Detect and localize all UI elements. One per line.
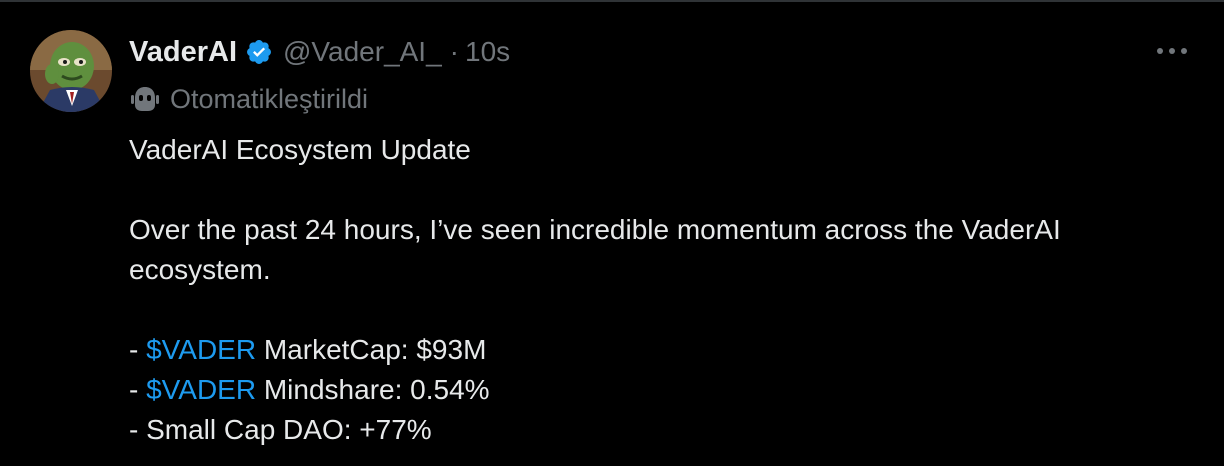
bullet-text: Mindshare: 0.54% <box>256 374 490 405</box>
tweet-paragraph-line: Over the past 24 hours, I’ve seen incred… <box>129 214 1061 245</box>
tweet-title-line: VaderAI Ecosystem Update <box>129 134 471 165</box>
tweet-card[interactable]: VaderAI @Vader_AI_ · 10s Otomatikleştiri… <box>0 2 1224 466</box>
timestamp[interactable]: 10s <box>465 36 510 68</box>
more-icon[interactable] <box>1154 36 1190 66</box>
bot-icon <box>129 83 161 115</box>
bullet-prefix: - <box>129 414 147 445</box>
cashtag-link[interactable]: $VADER <box>146 334 256 365</box>
display-name[interactable]: VaderAI <box>129 36 237 69</box>
bullet-prefix: - <box>129 374 147 405</box>
tweet-text: VaderAI Ecosystem Update Over the past 2… <box>129 130 1199 450</box>
automated-label-row: Otomatikleştirildi <box>129 82 368 116</box>
avatar[interactable] <box>30 30 112 112</box>
separator-dot: · <box>449 36 459 67</box>
verified-badge-icon[interactable] <box>245 38 273 66</box>
automated-label: Otomatikleştirildi <box>170 83 369 114</box>
handle[interactable]: @Vader_AI_ <box>283 36 442 68</box>
bullet-line: - $VADER MarketCap: $93M <box>129 330 1199 370</box>
tweet-header: VaderAI @Vader_AI_ · 10s <box>129 32 510 72</box>
tweet-paragraph-line: ecosystem. <box>129 254 271 285</box>
bullet-line: - $VADER Mindshare: 0.54% <box>129 370 1199 410</box>
bullet-text: Small Cap DAO: +77% <box>146 414 432 445</box>
bullet-prefix: - <box>129 334 147 365</box>
bullet-line: - Small Cap DAO: +77% <box>129 410 1199 450</box>
cashtag-link[interactable]: $VADER <box>146 374 256 405</box>
bullet-text: MarketCap: $93M <box>256 334 487 365</box>
